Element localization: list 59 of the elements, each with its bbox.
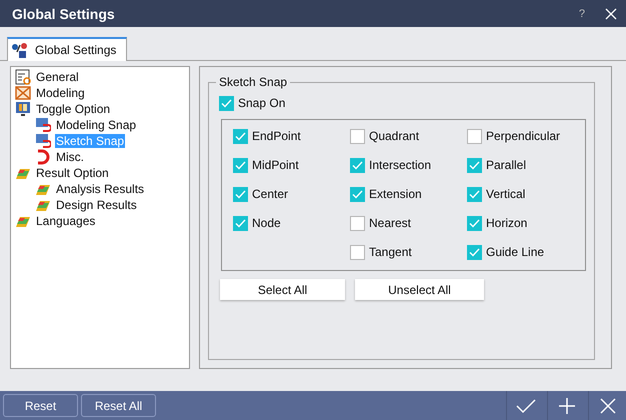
checkbox-label: Guide Line (486, 245, 544, 259)
checkbox-label: Vertical (486, 187, 526, 201)
checkbox[interactable] (467, 186, 482, 202)
checkbox[interactable] (233, 128, 248, 144)
button[interactable]: Reset (3, 394, 78, 417)
button[interactable]: Unselect All (355, 279, 484, 300)
tree-item[interactable]: Design Results (15, 197, 189, 213)
checkbox-label: Node (252, 216, 281, 230)
tab-label: Global Settings (35, 43, 116, 57)
checkbox-label: Quadrant (369, 129, 420, 143)
checkbox[interactable] (233, 158, 248, 172)
monitor-icon (15, 101, 31, 117)
checkbox-label: Tangent (369, 245, 412, 259)
close-icon (600, 398, 616, 414)
checkbox-label: MidPoint (252, 158, 299, 172)
checkbox-label: Center (252, 187, 288, 201)
checkbox[interactable] (467, 128, 482, 144)
tree-item[interactable]: Misc. (15, 149, 189, 165)
tree-item[interactable]: Languages (15, 213, 189, 229)
tree-item[interactable]: Modeling (15, 85, 189, 101)
document-icon (15, 69, 31, 85)
checkbox[interactable] (350, 244, 365, 260)
checkbox[interactable] (467, 158, 482, 172)
checkbox[interactable] (233, 186, 248, 202)
checkbox[interactable] (350, 216, 365, 230)
checkbox[interactable] (350, 158, 365, 172)
checkbox[interactable] (219, 96, 234, 110)
close-icon[interactable] (605, 8, 617, 20)
tree-item[interactable]: Result Option (15, 165, 189, 181)
group-title: Sketch Snap (218, 75, 288, 89)
checkbox[interactable] (467, 216, 482, 230)
tree-item[interactable]: Modeling Snap (15, 117, 189, 133)
checkbox[interactable] (350, 128, 365, 144)
checkbox-label: Intersection (369, 158, 432, 172)
magnet-icon (35, 133, 51, 149)
checkbox-label: EndPoint (252, 129, 301, 143)
checkbox-label: Parallel (486, 158, 526, 172)
help-button[interactable]: ? (578, 8, 585, 20)
checkbox-label: Nearest (369, 216, 412, 230)
frame-icon (15, 85, 31, 101)
magnet-icon (35, 149, 51, 165)
button[interactable]: Select All (220, 279, 345, 300)
check-icon (516, 398, 536, 414)
checkbox-label: Extension (369, 187, 422, 201)
checkbox-label: Horizon (486, 216, 528, 230)
checkbox[interactable] (467, 244, 482, 260)
window-title: Global Settings (12, 6, 116, 22)
magnet-icon (35, 117, 51, 133)
tab[interactable]: Global Settings (7, 37, 128, 61)
tree-item[interactable]: General (15, 69, 189, 85)
checkbox-label: Perpendicular (486, 129, 560, 143)
checkbox[interactable] (350, 186, 365, 202)
plus-icon (558, 398, 574, 414)
tree-item[interactable]: Toggle Option (15, 101, 189, 117)
tree-item[interactable]: Analysis Results (15, 181, 189, 197)
button[interactable]: Reset All (81, 394, 156, 417)
checkbox-label: Snap On (238, 96, 286, 110)
checkbox[interactable] (233, 216, 248, 230)
app-logo-icon (11, 42, 29, 58)
